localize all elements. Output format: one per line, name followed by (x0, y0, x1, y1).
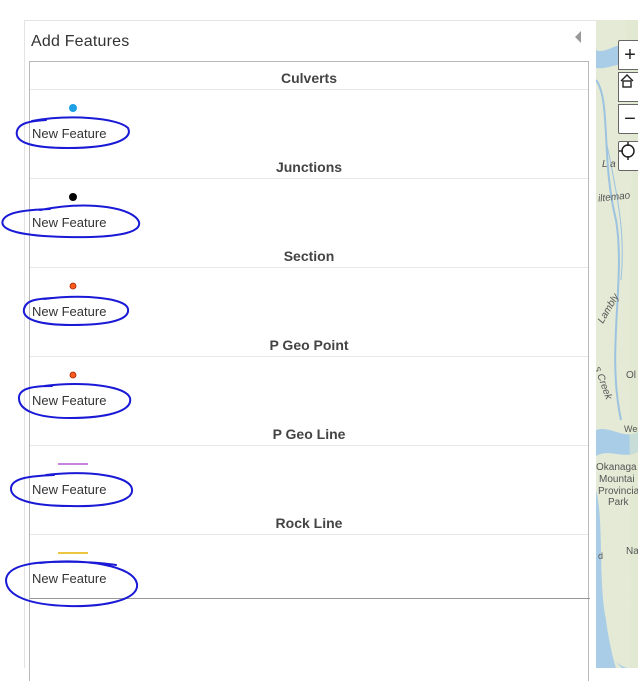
feature-label: New Feature (32, 393, 107, 408)
point-symbol-icon (69, 282, 77, 290)
layer-name: Culverts (280, 70, 338, 86)
locate-icon (619, 142, 635, 160)
zoom-in-button[interactable]: + (618, 40, 638, 70)
map-label-mountain: Mountai (599, 474, 635, 485)
layer-group-rock-line: Rock Line New Feature (30, 507, 588, 596)
zoom-out-label: − (624, 107, 636, 130)
layer-header: Rock Line (30, 507, 588, 535)
map-label-wes: Wes (624, 424, 638, 434)
template-p-geo-line-new-feature[interactable]: New Feature (30, 446, 588, 506)
layer-group-junctions: Junctions New Feature (30, 151, 588, 240)
point-symbol-icon (69, 193, 77, 201)
template-list: Culverts New Feature Junctions New Featu… (29, 61, 590, 681)
feature-label: New Feature (32, 215, 107, 230)
map-label-park: Park (608, 497, 629, 508)
add-features-panel: Add Features Culverts New Feature Juncti… (24, 20, 596, 681)
feature-label: New Feature (32, 571, 107, 586)
layer-name: Rock Line (275, 515, 343, 531)
map-label-okanagan: Okanaga (596, 462, 637, 473)
feature-label: New Feature (32, 126, 107, 141)
list-end-divider (30, 598, 590, 599)
point-symbol-icon (69, 104, 77, 112)
template-rock-line-new-feature[interactable]: New Feature (30, 535, 588, 595)
map-label-na: Na (626, 546, 638, 557)
template-section-new-feature[interactable]: New Feature (30, 268, 588, 328)
layer-header: Section (30, 240, 588, 268)
home-button[interactable] (618, 72, 638, 102)
point-symbol-icon (69, 371, 77, 379)
clipped-glyph (148, 0, 162, 2)
feature-label: New Feature (32, 304, 107, 319)
locate-button[interactable] (618, 141, 638, 171)
template-junctions-new-feature[interactable]: New Feature (30, 179, 588, 239)
layer-group-section: Section New Feature (30, 240, 588, 329)
line-symbol-icon (58, 463, 88, 465)
layer-group-culverts: Culverts New Feature (30, 62, 588, 151)
home-icon (620, 74, 634, 88)
map-label-la: L a (602, 159, 616, 170)
panel-title: Add Features (31, 33, 130, 50)
zoom-in-label: + (624, 43, 636, 66)
map-label-ol: Ol (626, 370, 636, 381)
layer-name: Section (283, 248, 335, 264)
template-p-geo-point-new-feature[interactable]: New Feature (30, 357, 588, 417)
collapse-arrow-icon[interactable] (575, 31, 581, 43)
layer-name: Junctions (275, 159, 343, 175)
panel-header: Add Features (25, 21, 596, 61)
template-culverts-new-feature[interactable]: New Feature (30, 90, 588, 150)
layer-header: Junctions (30, 151, 588, 179)
layer-header: P Geo Line (30, 418, 588, 446)
layer-name: P Geo Line (272, 426, 346, 442)
layer-name: P Geo Point (269, 337, 349, 353)
layer-group-p-geo-point: P Geo Point New Feature (30, 329, 588, 418)
map-label-provincial: Provincia (598, 486, 638, 497)
map-label-d: d (598, 551, 604, 561)
layer-header: Culverts (30, 62, 588, 90)
map-view[interactable]: + − L a iltemao Lambly s Creek Ol Wes Ok… (596, 20, 638, 668)
layer-group-p-geo-line: P Geo Line New Feature (30, 418, 588, 507)
feature-label: New Feature (32, 482, 107, 497)
zoom-out-button[interactable]: − (618, 104, 638, 134)
layer-header: P Geo Point (30, 329, 588, 357)
line-symbol-icon (58, 552, 88, 554)
